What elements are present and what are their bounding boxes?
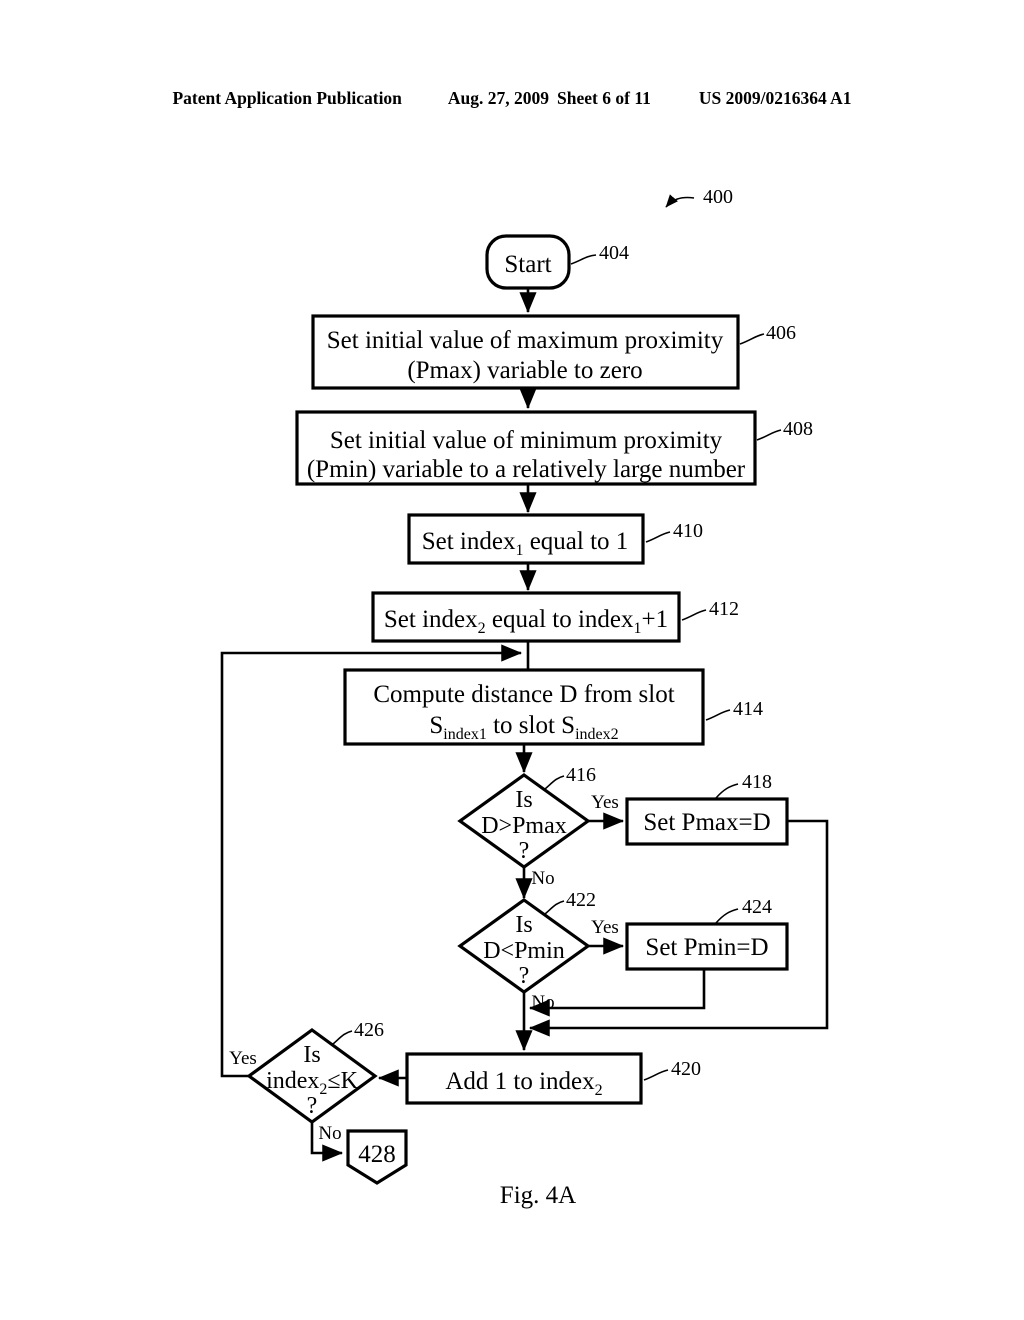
decision-index2k-yes-label: Yes bbox=[229, 1048, 257, 1069]
edge-set-pmin-to-merge bbox=[528, 969, 706, 1017]
pmin-init-line1: Set initial value of minimum proximity bbox=[330, 427, 723, 454]
compute-distance-line1: Compute distance D from slot bbox=[373, 681, 674, 708]
pmax-init-ref-number: 406 bbox=[766, 322, 796, 344]
pmax-init-line1: Set initial value of maximum proximity bbox=[327, 327, 724, 354]
decision-index2k-line3: ? bbox=[307, 1093, 318, 1119]
node-set-index2: Set index2 equal to index1+1 412 bbox=[371, 591, 739, 643]
decision-dmax-line1: Is bbox=[515, 787, 532, 813]
node-decision-dmax: Is D>Pmax ? 416 Yes No bbox=[457, 764, 619, 889]
compute-distance-ref-number: 414 bbox=[733, 698, 763, 720]
node-connector-end: 428 bbox=[346, 1129, 408, 1185]
set-pmin-label: Set Pmin=D bbox=[645, 934, 768, 961]
node-decision-index2k: Is index2≤K ? 426 Yes No bbox=[229, 1019, 384, 1144]
node-set-pmin: Set Pmin=D 424 bbox=[625, 896, 789, 971]
set-index1-ref-number: 410 bbox=[673, 520, 703, 542]
decision-dmin-line2: D<Pmin bbox=[483, 938, 565, 964]
node-compute-distance: Compute distance D from slot Sindex1 to … bbox=[343, 668, 763, 746]
set-pmin-ref-number: 424 bbox=[742, 896, 772, 918]
decision-dmin-line1: Is bbox=[515, 912, 532, 938]
decision-dmin-line3: ? bbox=[519, 963, 530, 989]
decision-dmax-line3: ? bbox=[519, 838, 530, 864]
decision-dmin-yes-label: Yes bbox=[591, 917, 619, 938]
node-decision-dmin: Is D<Pmin ? 422 Yes No bbox=[457, 889, 619, 1013]
decision-index2k-no-label: No bbox=[318, 1123, 341, 1144]
pmax-init-line2: (Pmax) variable to zero bbox=[407, 357, 642, 384]
decision-dmax-yes-label: Yes bbox=[591, 792, 619, 813]
figure-ref-number: 400 bbox=[703, 186, 733, 208]
decision-dmax-line2: D>Pmax bbox=[481, 813, 567, 839]
start-ref-number: 404 bbox=[599, 242, 629, 264]
node-pmin-init: Set initial value of minimum proximity (… bbox=[295, 410, 813, 486]
add-index2-label: Add 1 to index2 bbox=[445, 1068, 602, 1099]
set-index1-label: Set index1 equal to 1 bbox=[422, 528, 629, 559]
decision-dmin-no-label: No bbox=[531, 992, 554, 1013]
flowchart-figure: 400 Start 404 Set initial value of maxim… bbox=[0, 0, 1024, 1320]
node-set-index1: Set index1 equal to 1 410 bbox=[407, 513, 703, 565]
decision-index2k-line1: Is bbox=[303, 1042, 320, 1068]
set-pmax-ref-number: 418 bbox=[742, 771, 772, 793]
node-pmax-init: Set initial value of maximum proximity (… bbox=[311, 314, 796, 390]
add-index2-ref-number: 420 bbox=[671, 1058, 701, 1080]
node-start: Start 404 bbox=[485, 234, 629, 290]
pmin-init-line2: (Pmin) variable to a relatively large nu… bbox=[307, 456, 746, 483]
decision-dmax-no-label: No bbox=[531, 868, 554, 889]
decision-dmax-ref-number: 416 bbox=[566, 764, 596, 786]
set-pmax-label: Set Pmax=D bbox=[643, 809, 770, 836]
node-add-index2: Add 1 to index2 420 bbox=[405, 1052, 701, 1105]
figure-reference-400: 400 bbox=[665, 186, 733, 208]
decision-dmin-ref-number: 422 bbox=[566, 889, 596, 911]
set-index2-label: Set index2 equal to index1+1 bbox=[384, 606, 668, 637]
set-index2-ref-number: 412 bbox=[709, 598, 739, 620]
start-label: Start bbox=[504, 251, 551, 278]
pmin-init-ref-number: 408 bbox=[783, 418, 813, 440]
decision-index2k-ref-number: 426 bbox=[354, 1019, 384, 1041]
connector-end-label: 428 bbox=[358, 1141, 396, 1168]
figure-caption: Fig. 4A bbox=[500, 1182, 576, 1209]
node-set-pmax: Set Pmax=D 418 bbox=[625, 771, 789, 846]
